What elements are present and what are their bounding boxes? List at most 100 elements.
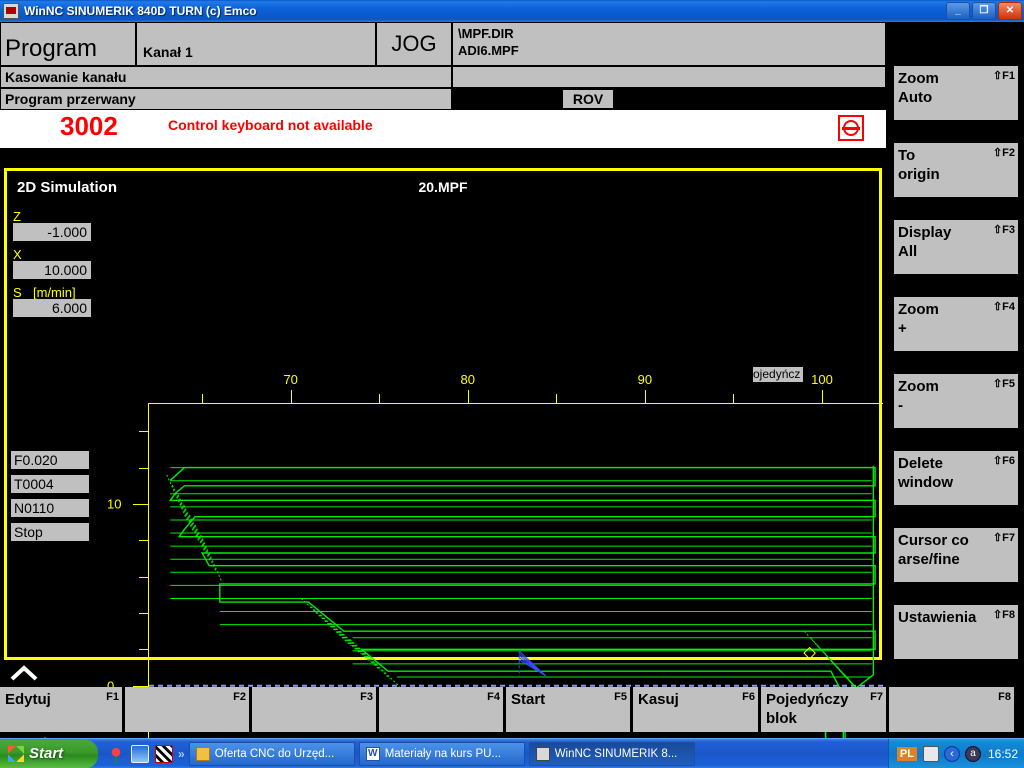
x-tick-minor: [556, 394, 558, 404]
close-button[interactable]: ✕: [998, 2, 1022, 20]
channel-label: Kanał 1: [136, 22, 376, 66]
taskbar-button-0[interactable]: Oferta CNC do Urzęd...: [188, 741, 355, 766]
horizontal-softkey-6[interactable]: Kasuj F6: [633, 687, 758, 732]
keyboard-icon[interactable]: [922, 745, 939, 762]
simulation-panel: 2D Simulation 20.MPF Z -1.000 X 10.000 S…: [4, 168, 884, 768]
stop-sign-icon: [838, 115, 864, 141]
y-tick-label: 10: [107, 496, 122, 512]
horizontal-softkey-2[interactable]: F2: [125, 687, 249, 732]
x-tick-minor: [202, 394, 204, 404]
x-tick-major: [644, 390, 646, 404]
readout-label-x: X: [13, 247, 22, 262]
x-tick-label: 70: [283, 372, 298, 387]
vertical-softkey-5[interactable]: Zoom - ⇧F5: [894, 374, 1018, 428]
system-tray: PL ‹ a 16:52: [887, 738, 1024, 768]
readout-label-s: S: [13, 285, 22, 300]
operating-area-label[interactable]: Program: [0, 22, 136, 66]
restore-button[interactable]: ❐: [972, 2, 996, 20]
taskbar-clock[interactable]: 16:52: [988, 747, 1018, 761]
quick-launch-overflow-icon[interactable]: »: [178, 747, 185, 761]
horizontal-softkey-1[interactable]: Edytuj F1: [0, 687, 122, 732]
horizontal-softkey-label-1: Edytuj: [5, 691, 51, 708]
readout-value-x: 10.000: [13, 261, 91, 279]
vertical-softkey-3[interactable]: Display All ⇧F3: [894, 220, 1018, 274]
y-tick-major: [133, 503, 149, 505]
y-tick-minor: [139, 467, 149, 469]
horizontal-softkey-fkey-2: F2: [233, 691, 246, 703]
vertical-softkey-1[interactable]: Zoom Auto ⇧F1: [894, 66, 1018, 120]
alarm-number: 3002: [60, 111, 118, 141]
alarm-row: 3002 Control keyboard not available: [0, 110, 886, 148]
program-state: Program przerwany: [0, 88, 452, 110]
x-tick-minor: [379, 394, 381, 404]
status-runstate: Stop: [11, 523, 89, 541]
program-filename: ADI6.MPF: [458, 43, 519, 58]
start-button[interactable]: Start: [0, 739, 98, 768]
window-title-bar[interactable]: WinNC SINUMERIK 840D TURN (c) Emco _ ❐ ✕: [0, 0, 1024, 22]
vertical-softkey-8[interactable]: Ustawienia ⇧F8: [894, 605, 1018, 659]
vertical-softkey-fkey-1: ⇧F1: [992, 70, 1015, 82]
vertical-softkey-2[interactable]: To origin ⇧F2: [894, 143, 1018, 197]
taskbar-button-2[interactable]: WinNC SINUMERIK 8...: [528, 741, 695, 766]
vertical-softkey-label-8: Ustawienia: [898, 609, 977, 626]
rov-row: ROV: [452, 88, 886, 110]
channel-message: Kasowanie kanału: [0, 66, 452, 88]
x-tick-label: 100: [811, 372, 833, 387]
x-tick-major: [822, 390, 823, 404]
avg-icon[interactable]: a: [964, 745, 981, 762]
horizontal-softkey-fkey-3: F3: [360, 691, 373, 703]
y-tick-minor: [139, 613, 149, 614]
flower-icon[interactable]: [107, 744, 125, 763]
readout-unit-s: [m/min]: [33, 285, 76, 300]
horizontal-softkey-label-7: Pojedyńczy blok: [766, 691, 849, 727]
y-tick-minor: [139, 576, 149, 578]
minimize-button[interactable]: _: [946, 2, 970, 20]
readout-value-z: -1.000: [13, 223, 91, 241]
horizontal-softkey-fkey-1: F1: [106, 691, 119, 703]
restore-icon: ❐: [979, 5, 989, 16]
horizontal-softkey-label-6: Kasuj: [638, 691, 679, 708]
minimize-icon: _: [955, 5, 961, 16]
x-tick-major: [290, 390, 292, 404]
vertical-softkey-label-4: Zoom +: [898, 301, 939, 337]
back-arrow-icon[interactable]: ‹: [943, 745, 960, 762]
windows-flag-icon: [8, 745, 24, 762]
vertical-softkey-4[interactable]: Zoom + ⇧F4: [894, 297, 1018, 351]
y-tick-minor: [139, 431, 149, 433]
media-icon[interactable]: [155, 744, 173, 763]
y-tick-minor: [139, 649, 149, 651]
vertical-softkey-label-1: Zoom Auto: [898, 70, 939, 106]
window-title: WinNC SINUMERIK 840D TURN (c) Emco: [24, 4, 257, 18]
horizontal-softkey-4[interactable]: F4: [379, 687, 503, 732]
horizontal-softkey-fkey-7: F7: [870, 691, 883, 703]
horizontal-softkey-bar: Edytuj F1 F2 F3 F4 Start F5 Kasuj F6 Pojedyńczy b…: [0, 687, 1024, 732]
horizontal-softkey-3[interactable]: F3: [252, 687, 376, 732]
horizontal-softkey-8[interactable]: F8: [889, 687, 1014, 732]
taskbar-button-1[interactable]: W Materiały na kurs PU...: [358, 741, 525, 766]
vertical-softkey-7[interactable]: Cursor co arse/fine ⇧F7: [894, 528, 1018, 582]
window-controls: _ ❐ ✕: [946, 2, 1022, 20]
taskbar-button-label-2: WinNC SINUMERIK 8...: [554, 747, 678, 760]
vertical-softkey-fkey-8: ⇧F8: [992, 609, 1015, 621]
horizontal-softkey-7[interactable]: Pojedyńczy blok F7: [761, 687, 886, 732]
vertical-softkey-fkey-4: ⇧F4: [992, 301, 1015, 313]
x-tick-label: 90: [637, 372, 653, 387]
partial-tooltip: ojedyńcz: [753, 367, 803, 382]
vertical-softkey-label-6: Delete window: [898, 455, 953, 491]
language-indicator[interactable]: PL: [896, 746, 917, 761]
folder-icon: [195, 746, 210, 761]
status-block: N0110: [11, 499, 89, 517]
vertical-softkey-6[interactable]: Delete window ⇧F6: [894, 451, 1018, 505]
horizontal-softkey-5[interactable]: Start F5: [506, 687, 630, 732]
vertical-softkey-fkey-6: ⇧F6: [992, 455, 1015, 467]
mail-icon[interactable]: [131, 744, 149, 763]
vertical-softkey-label-5: Zoom -: [898, 378, 939, 414]
horizontal-softkey-fkey-8: F8: [998, 691, 1011, 703]
horizontal-softkey-fkey-4: F4: [487, 691, 500, 703]
vertical-softkey-fkey-3: ⇧F3: [992, 224, 1015, 236]
horizontal-softkey-label-5: Start: [511, 691, 546, 708]
alarm-text: Control keyboard not available: [168, 117, 373, 133]
channel-message-spacer: [452, 66, 886, 88]
status-feed: F0.020: [11, 451, 89, 469]
menu-up-chevron-icon[interactable]: [10, 665, 38, 683]
